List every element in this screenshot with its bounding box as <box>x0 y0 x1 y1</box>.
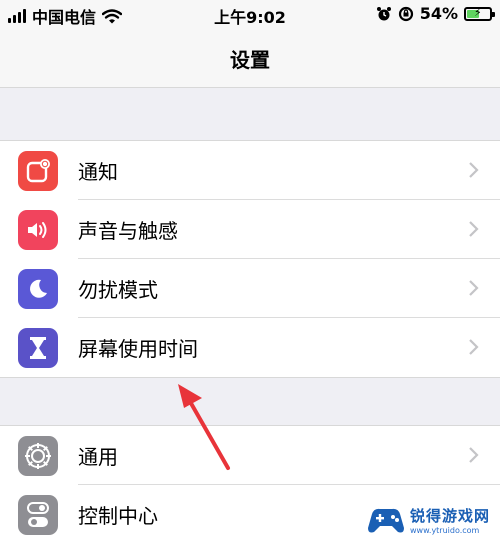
chevron-right-icon <box>469 447 479 463</box>
settings-row-label: 通用 <box>78 445 118 469</box>
chevron-right-icon <box>469 221 479 237</box>
chevron-right-icon <box>469 162 479 178</box>
gamepad-logo-icon <box>368 508 404 533</box>
settings-row-label: 声音与触感 <box>78 219 178 243</box>
settings-row-label: 控制中心 <box>78 504 158 528</box>
settings-row-label: 通知 <box>78 160 118 184</box>
charging-bolt-icon: ⚡ <box>474 5 482 19</box>
gear-icon <box>18 436 58 476</box>
settings-row-notifications[interactable]: 通知 <box>0 141 500 200</box>
chevron-right-icon <box>469 339 479 355</box>
sound-icon <box>18 210 58 250</box>
settings-group-1: 通知 声音与触感 勿扰模式 屏幕使用时间 <box>0 140 500 378</box>
settings-row-label: 勿扰模式 <box>78 278 158 302</box>
chevron-right-icon <box>469 280 479 296</box>
settings-row-label: 屏幕使用时间 <box>78 337 198 361</box>
settings-row-general[interactable]: 通用 <box>0 426 500 485</box>
page-title: 设置 <box>230 48 270 72</box>
navigation-bar: 设置 <box>0 30 500 88</box>
annotation-arrow <box>178 384 230 470</box>
status-right: 54% ⚡ <box>376 4 495 23</box>
hourglass-icon <box>18 328 58 368</box>
toggles-icon <box>18 495 58 535</box>
alarm-icon <box>376 6 391 20</box>
watermark-url: www.ytruido.com <box>410 526 480 535</box>
status-bar: 中国电信 上午9:02 54% ⚡ <box>0 0 500 30</box>
settings-row-do-not-disturb[interactable]: 勿扰模式 <box>0 259 500 318</box>
site-watermark: 锐得游戏网 www.ytruido.com <box>366 499 496 541</box>
battery-icon: ⚡ <box>464 5 495 21</box>
notifications-icon <box>18 151 58 191</box>
settings-row-screen-time[interactable]: 屏幕使用时间 <box>0 318 500 377</box>
watermark-text: 锐得游戏网 <box>410 507 491 525</box>
rotation-lock-icon <box>398 6 413 21</box>
settings-row-sounds-haptics[interactable]: 声音与触感 <box>0 200 500 259</box>
battery-percent: 54% <box>419 4 458 23</box>
moon-icon <box>18 269 58 309</box>
